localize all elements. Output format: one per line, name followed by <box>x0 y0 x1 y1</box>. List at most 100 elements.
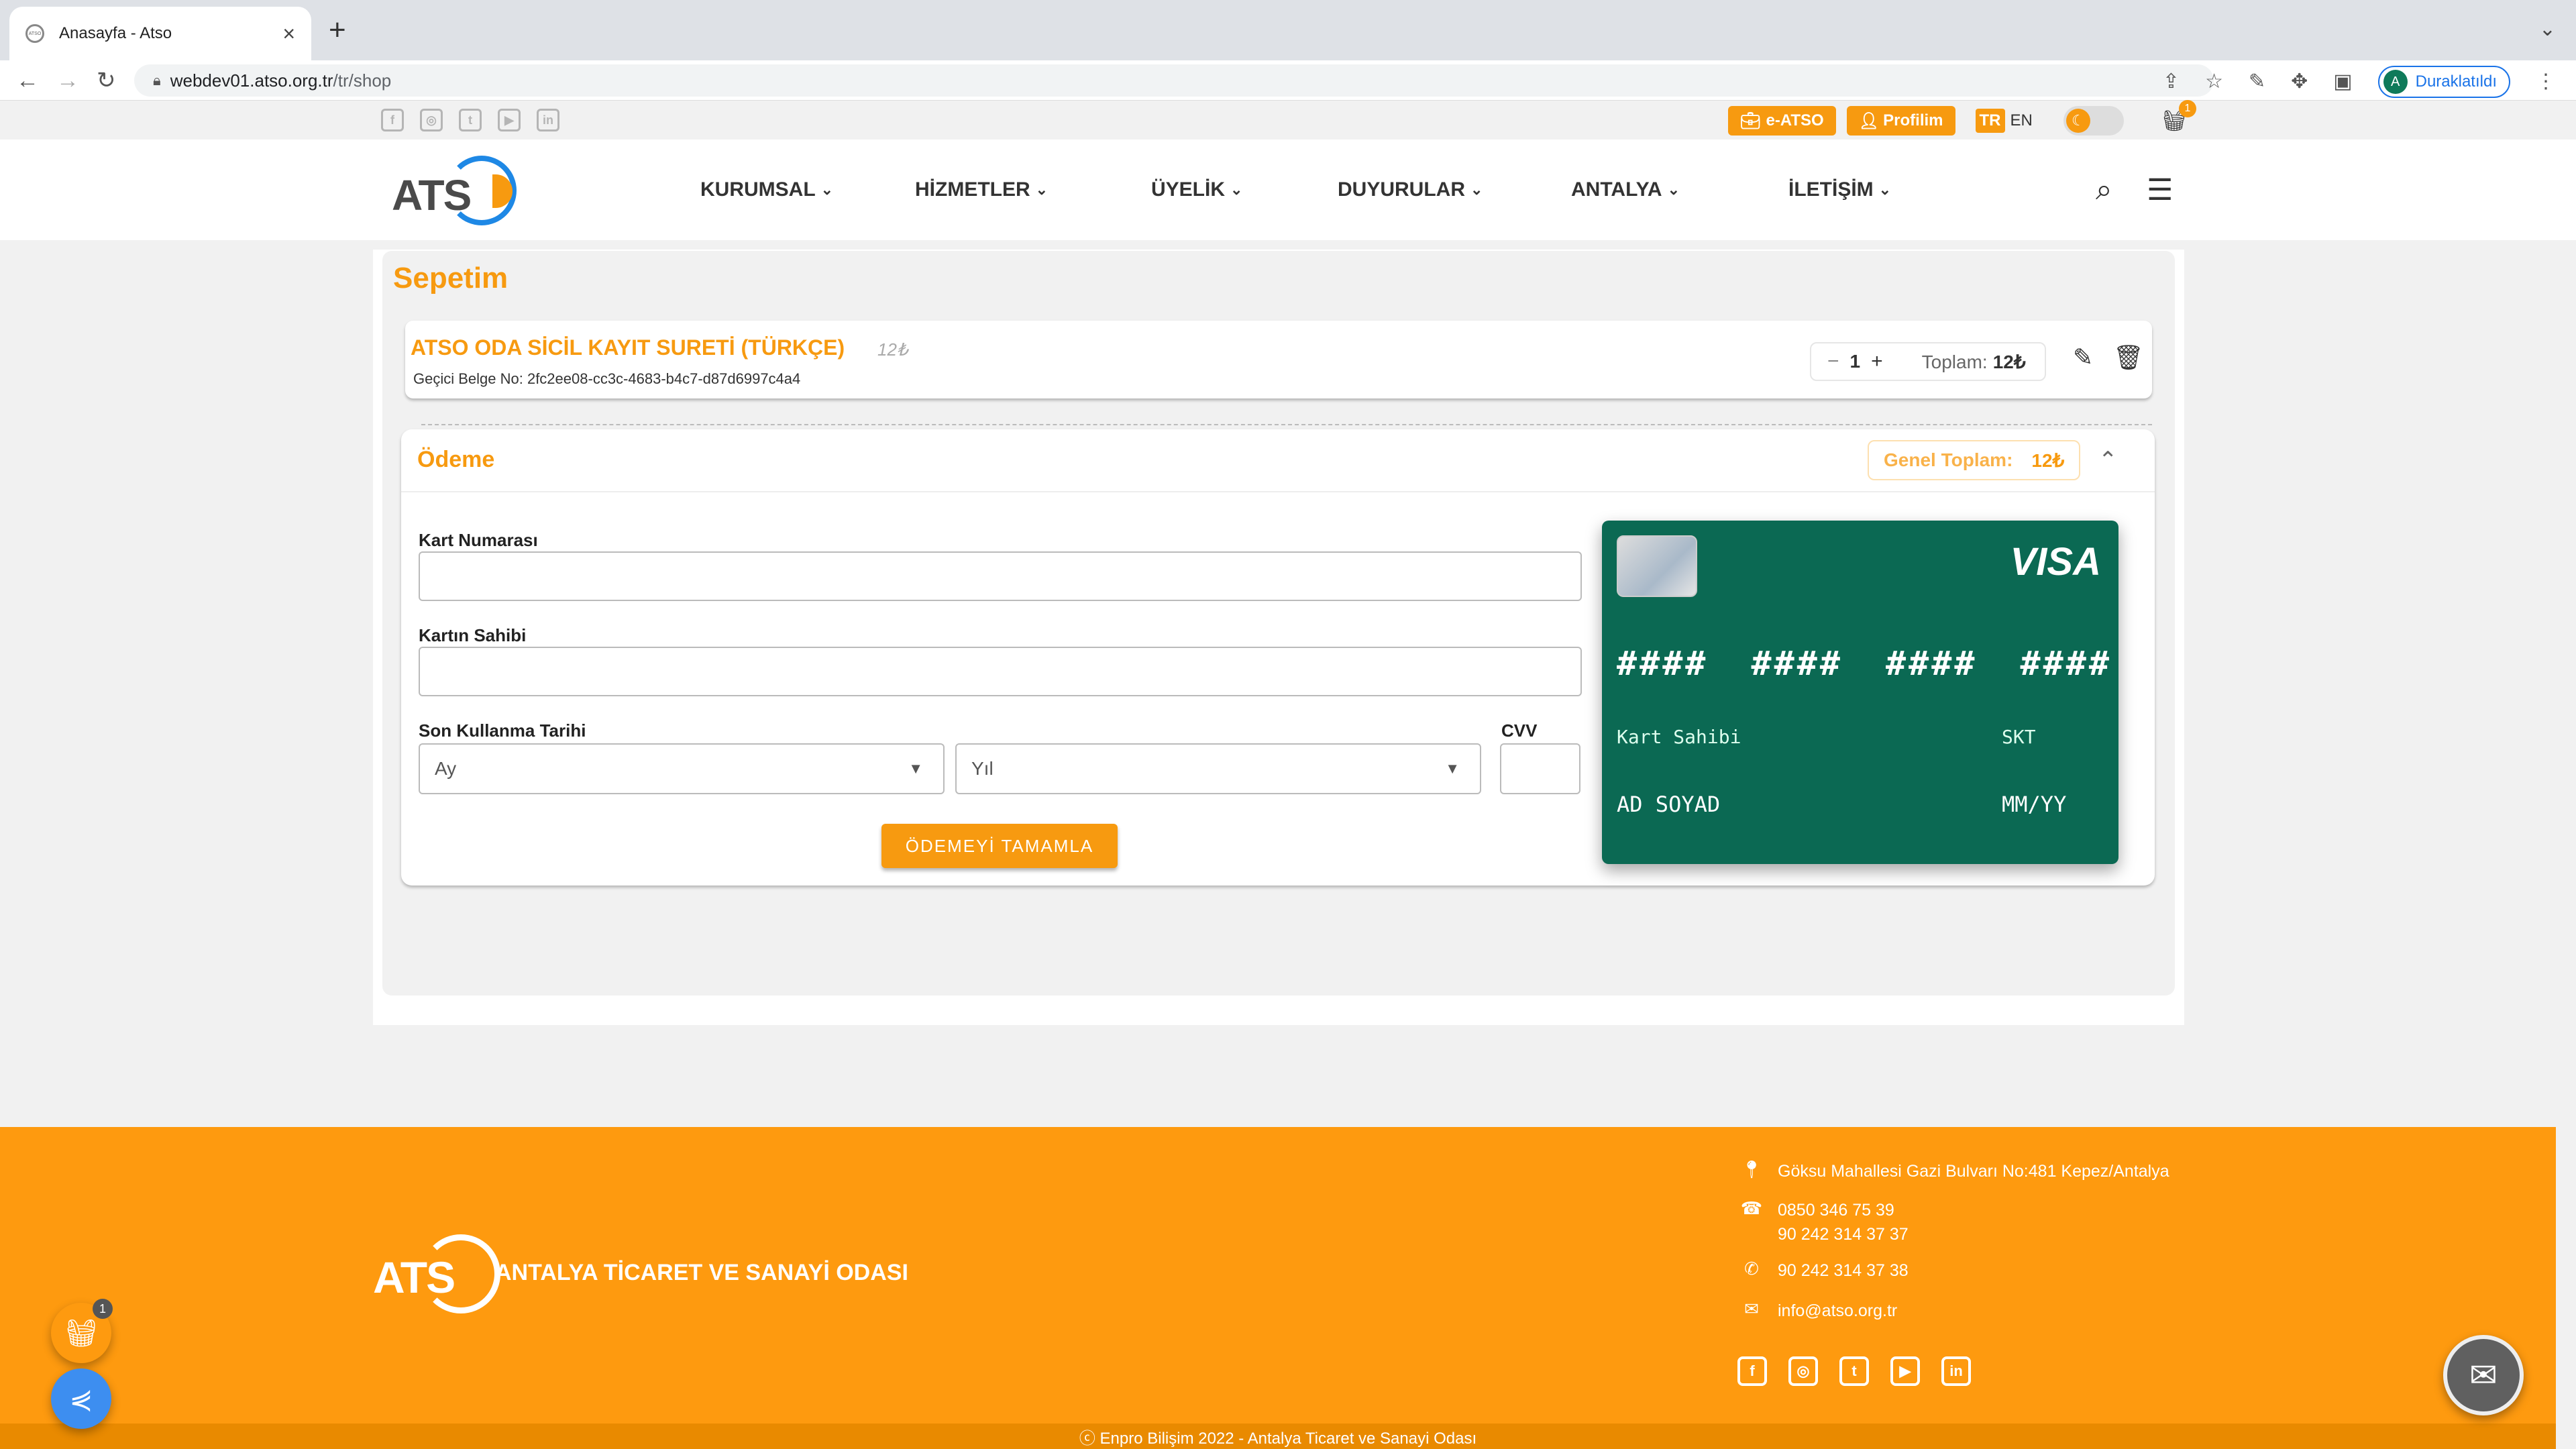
site-topbar: f ◎ t ▶ in 💼︎ e-ATSO 👤︎ Profilim TR EN ☾ 🧺… <box>0 99 2576 140</box>
copyright: ⓒ Enpro Bilişim 2022 - Antalya Ticaret v… <box>0 1424 2556 1449</box>
quantity-stepper: − 1 + Toplam: 12₺ <box>1810 342 2046 381</box>
tab-search-chevron-icon[interactable]: ⌄ <box>2539 17 2556 41</box>
email-link[interactable]: info@atso.org.tr <box>1778 1299 1897 1323</box>
month-placeholder: Ay <box>435 758 457 779</box>
year-placeholder: Yıl <box>971 758 994 779</box>
logo-text: ATS <box>392 171 472 219</box>
nav-item-hizmetler[interactable]: HİZMETLER ⌄ <box>915 178 1048 201</box>
tab-close-icon[interactable]: × <box>282 21 295 46</box>
phone-book-icon: ☎ <box>1740 1198 1763 1218</box>
nav-label: DUYURULAR <box>1338 178 1465 201</box>
caret-down-icon: ▼ <box>1445 760 1460 777</box>
profile-label: Profilim <box>1883 111 1943 129</box>
page-title: Sepetim <box>393 262 508 294</box>
atso-logo[interactable]: ATS <box>392 150 517 231</box>
expiry-year-select[interactable]: Yıl ▼ <box>955 743 1481 794</box>
pencil-edit-icon[interactable]: ✎ <box>2073 343 2093 372</box>
moon-icon: ☾ <box>2065 109 2090 133</box>
phone-2[interactable]: 90 242 314 37 37 <box>1778 1222 1909 1246</box>
search-icon[interactable]: ⌕ <box>2096 173 2112 207</box>
linkedin-icon[interactable]: in <box>537 109 559 131</box>
browser-tabbar: ATSO Anasayfa - Atso × + ⌄ <box>0 0 2576 60</box>
facebook-icon[interactable]: f <box>1737 1356 1767 1386</box>
url-host: webdev01.atso.org.tr <box>170 70 333 91</box>
caret-down-icon: ▼ <box>908 760 923 777</box>
increase-qty-button[interactable]: + <box>1871 350 1883 373</box>
card-holder-value: AD SOYAD <box>1617 792 1721 817</box>
hamburger-menu-icon[interactable]: ☰ <box>2147 173 2173 207</box>
nav-label: HİZMETLER <box>915 178 1030 201</box>
card-number-label: Kart Numarası <box>419 530 538 550</box>
nav-item-duyurular[interactable]: DUYURULAR ⌄ <box>1338 178 1483 201</box>
address-bar[interactable]: 🔒︎ webdev01.atso.org.tr/tr/shop <box>134 64 2214 97</box>
bookmark-star-icon[interactable]: ☆ <box>2205 67 2223 97</box>
nav-label: KURUMSAL <box>700 178 816 201</box>
quantity-value: 1 <box>1849 351 1861 372</box>
complete-payment-button[interactable]: ÖDEMEYİ TAMAMLA <box>881 824 1118 868</box>
profile-button[interactable]: A Duraklatıldı <box>2377 66 2510 98</box>
cart-item-unit-price: 12₺ <box>877 339 908 360</box>
profile-link-button[interactable]: 👤︎ Profilim <box>1846 106 1955 136</box>
card-number-input[interactable] <box>419 551 1582 601</box>
share-button[interactable]: ⋞ <box>51 1368 111 1429</box>
expiry-month-select[interactable]: Ay ▼ <box>419 743 945 794</box>
youtube-icon[interactable]: ▶ <box>1890 1356 1920 1386</box>
nav-item-iletisim[interactable]: İLETİŞİM ⌄ <box>1788 178 1891 201</box>
floating-cart-button[interactable]: 🧺︎ 1 <box>51 1299 113 1363</box>
chevron-down-icon: ⌄ <box>1470 181 1483 198</box>
instagram-icon[interactable]: ◎ <box>1788 1356 1818 1386</box>
top-cart-button[interactable]: 🧺︎ 1 <box>2161 99 2196 133</box>
nav-item-kurumsal[interactable]: KURUMSAL ⌄ <box>700 178 833 201</box>
credit-card-preview: VISA #### #### #### #### Kart Sahibi SKT… <box>1602 521 2118 864</box>
top-social-links: f ◎ t ▶ in <box>381 109 559 131</box>
expiry-label: Son Kullanma Tarihi <box>419 720 586 741</box>
eatso-button[interactable]: 💼︎ e-ATSO <box>1728 106 1836 136</box>
tab-title: Anasayfa - Atso <box>59 24 172 42</box>
divider <box>421 424 2152 425</box>
decrease-qty-button[interactable]: − <box>1827 350 1839 373</box>
footer-logo[interactable]: ATS <box>373 1232 500 1319</box>
extensions-puzzle-icon[interactable]: ✥ <box>2291 67 2308 97</box>
lang-tr[interactable]: TR <box>1975 109 2005 133</box>
facebook-icon[interactable]: f <box>381 109 404 131</box>
chevron-up-icon[interactable]: ⌃ <box>2098 447 2118 474</box>
scrollbar-track[interactable] <box>2556 1127 2576 1449</box>
twitter-icon[interactable]: t <box>1839 1356 1869 1386</box>
eatso-label: e-ATSO <box>1766 111 1824 129</box>
trash-icon[interactable]: 🗑︎ <box>2113 343 2144 372</box>
lang-en[interactable]: EN <box>2010 111 2033 130</box>
dark-mode-toggle[interactable]: ☾ <box>2063 106 2124 136</box>
forward-arrow-icon[interactable]: → <box>56 66 79 95</box>
chevron-down-icon: ⌄ <box>1667 181 1680 198</box>
side-panel-icon[interactable]: ▣ <box>2333 67 2352 97</box>
nav-item-antalya[interactable]: ANTALYA ⌄ <box>1571 178 1680 201</box>
fax-number[interactable]: 90 242 314 37 38 <box>1778 1258 1909 1283</box>
card-holder-input[interactable] <box>419 647 1582 696</box>
new-tab-icon[interactable]: + <box>329 13 346 47</box>
nav-label: ANTALYA <box>1571 178 1662 201</box>
chevron-down-icon: ⌄ <box>820 181 834 198</box>
linkedin-icon[interactable]: in <box>1941 1356 1971 1386</box>
item-total-label: Toplam: <box>1921 351 1988 372</box>
back-arrow-icon[interactable]: ← <box>16 66 39 95</box>
youtube-icon[interactable]: ▶ <box>498 109 521 131</box>
pen-icon[interactable]: ✎ <box>2249 67 2265 97</box>
grand-total-value: 12₺ <box>2031 449 2065 471</box>
url-path: /tr/shop <box>333 70 392 91</box>
reload-icon[interactable]: ↻ <box>97 66 116 95</box>
main-navbar: ATS KURUMSAL ⌄ HİZMETLER ⌄ ÜYELİK ⌄ DUYURUL… <box>0 140 2576 240</box>
browser-tab[interactable]: ATSO Anasayfa - Atso × <box>9 7 311 60</box>
phone-icon: ✆ <box>1744 1258 1759 1279</box>
grand-total-badge: Genel Toplam: 12₺ <box>1868 440 2081 480</box>
nav-item-uyelik[interactable]: ÜYELİK ⌄ <box>1151 178 1242 201</box>
kebab-menu-icon[interactable]: ⋮ <box>2536 67 2556 97</box>
instagram-icon[interactable]: ◎ <box>420 109 443 131</box>
share-icon[interactable]: ⇪ <box>2163 67 2180 97</box>
nav-label: İLETİŞİM <box>1788 178 1874 201</box>
twitter-icon[interactable]: t <box>459 109 482 131</box>
cvv-input[interactable] <box>1500 743 1580 794</box>
nav-label: ÜYELİK <box>1151 178 1226 201</box>
contact-mail-button[interactable]: ✉ <box>2443 1335 2524 1415</box>
card-expiry-value: MM/YY <box>2002 792 2067 817</box>
phone-1[interactable]: 0850 346 75 39 <box>1778 1198 1909 1222</box>
